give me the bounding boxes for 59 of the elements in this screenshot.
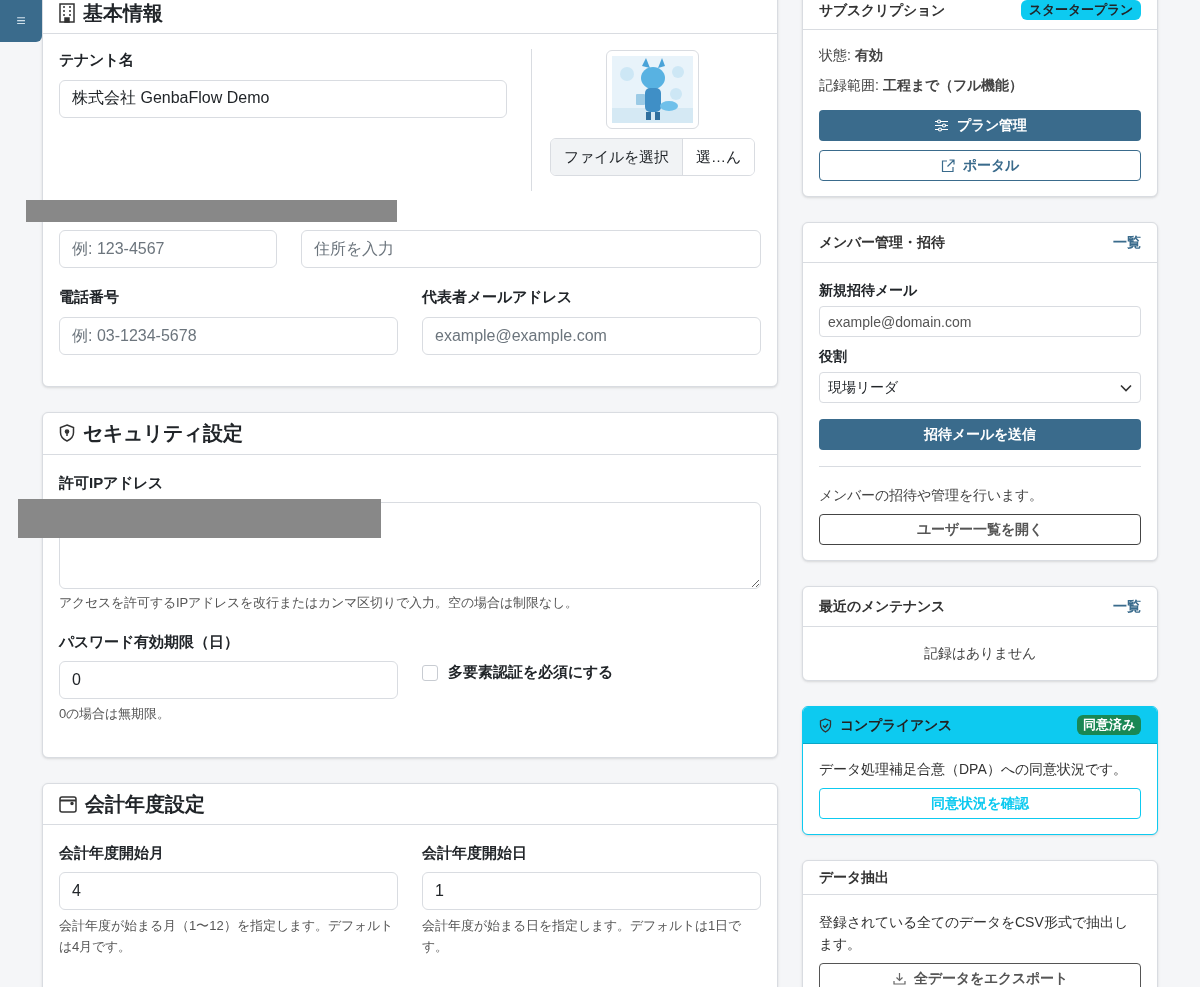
empty-message: 記録はありません: [924, 644, 1036, 663]
description-text: データ処理補足合意（DPA）への同意状況です。: [819, 760, 1128, 779]
checkbox[interactable]: [422, 664, 438, 681]
shield-icon: [59, 424, 75, 442]
card-title: サブスクリプション: [819, 0, 945, 20]
plan-badge: スタータープラン: [1021, 0, 1141, 20]
scope-text: 記録範囲: 工程まで（フル機能）: [819, 76, 1024, 95]
list-link[interactable]: 一覧: [1113, 596, 1141, 617]
field-label: 役割: [819, 347, 848, 366]
field-label: 代表者メールアドレス: [422, 287, 573, 307]
file-select-button[interactable]: ファイルを選択: [551, 139, 683, 175]
status-text: 状態: 有効: [819, 46, 884, 65]
download-icon: [892, 972, 906, 985]
note-text: メンバーの招待や管理を行います。: [819, 486, 1044, 505]
address-field[interactable]: 住所を入力: [301, 230, 761, 268]
card-title: 基本情報: [83, 0, 163, 26]
card-title: メンバー管理・招待: [819, 233, 945, 252]
field-label: 会計年度開始月: [59, 842, 165, 863]
calendar-icon: [59, 794, 77, 813]
user-list-button[interactable]: ユーザー一覧を開く: [819, 514, 1141, 545]
send-invite-button[interactable]: 招待メールを送信: [819, 419, 1141, 450]
external-link-icon: [941, 158, 955, 173]
chevron-down-icon: [1120, 383, 1132, 392]
help-text: 会計年度が始まる日を指定します。デフォルトは1日です。: [422, 917, 743, 956]
field-label: 許可IPアドレス: [59, 472, 165, 493]
checkbox-label: 多要素認証を必須にする: [448, 662, 613, 683]
portal-button[interactable]: ポータル: [819, 150, 1141, 181]
number-field[interactable]: 4: [59, 872, 398, 910]
field-label: 電話番号: [59, 287, 120, 307]
plan-manage-button[interactable]: プラン管理: [819, 110, 1141, 141]
help-text: 0の場合は無期限。: [59, 705, 172, 723]
list-link[interactable]: 一覧: [1113, 232, 1141, 253]
invite-email-field[interactable]: example@domain.com: [819, 306, 1141, 337]
password-expiry-field[interactable]: 0: [59, 661, 398, 699]
description-text: 登録されている全てのデータをCSV形式で抽出します。: [819, 913, 1129, 954]
shield-check-icon: [819, 717, 832, 733]
tenant-name-field[interactable]: 株式会社 GenbaFlow Demo: [59, 79, 507, 118]
email-field[interactable]: example@example.com: [422, 316, 761, 355]
help-text: 会計年度が始まる月（1〜12）を指定します。デフォルトは4月です。: [59, 917, 394, 956]
card-title: コンプライアンス: [840, 715, 952, 735]
building-icon: [59, 2, 75, 23]
help-text: アクセスを許可するIPアドレスを改行またはカンマ区切りで入力。空の場合は制限なし。: [59, 594, 580, 612]
sliders-icon: [933, 119, 949, 132]
card-title: 最近のメンテナンス: [819, 597, 945, 616]
field-label: パスワード有効期限（日）: [59, 631, 240, 652]
card-title: 会計年度設定: [85, 791, 205, 817]
field-label: 会計年度開始日: [422, 842, 528, 863]
role-select[interactable]: 現場リーダ: [819, 372, 1141, 403]
postal-code-field[interactable]: 例: 123-4567: [59, 230, 277, 268]
card-title: データ抽出: [819, 868, 889, 887]
export-button[interactable]: 全データをエクスポート: [819, 963, 1141, 987]
file-field[interactable]: ファイルを選択 選…ん: [550, 138, 755, 176]
field-label: テナント名: [59, 50, 135, 70]
sidebar-toggle-button[interactable]: ≡: [0, 0, 42, 42]
consent-badge: 同意済み: [1077, 715, 1141, 735]
phone-field[interactable]: 例: 03-1234-5678: [59, 316, 398, 355]
number-field[interactable]: 1: [422, 872, 761, 910]
field-label: 新規招待メール: [819, 281, 918, 300]
card-title: セキュリティ設定: [83, 421, 243, 446]
